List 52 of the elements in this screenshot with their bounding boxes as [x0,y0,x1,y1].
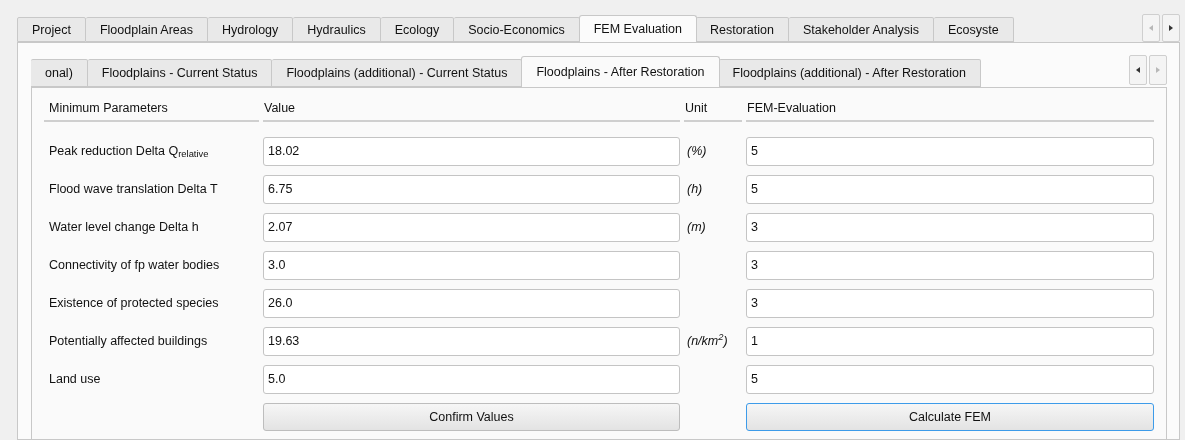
input-field[interactable]: 3 [746,288,1154,318]
tab[interactable]: onal) [31,59,88,87]
input-field[interactable]: 5 [746,136,1154,166]
input-field[interactable]: 3 [746,250,1154,280]
unit-label: (h) [686,180,704,198]
tab[interactable]: Project [17,17,86,42]
scroll-right-button[interactable] [1162,14,1180,42]
input-field[interactable]: 5 [746,364,1154,394]
input-field[interactable]: 5 [746,174,1154,204]
input-field[interactable]: 26.0 [263,288,680,318]
unit-label: (n/km$^{2}$) [686,331,729,350]
unit-label: (%) [686,142,708,160]
right-arrow-icon [1154,65,1162,75]
scroll-left-button[interactable] [1129,55,1147,85]
parameter-label: Flood wave translation Delta T [48,181,219,198]
left-arrow-icon [1134,65,1142,75]
input-field[interactable]: 3 [746,212,1154,242]
column-header: FEM-Evaluation [746,96,1154,122]
parameter-label: Peak reduction Delta Q$_{relative}$ [48,143,210,162]
input-field[interactable]: 18.02 [263,136,680,166]
parameter-label: Potentially affected buildings [48,333,209,350]
parameter-label: Land use [48,371,102,388]
tab[interactable]: FEM Evaluation [578,15,697,42]
tab[interactable]: Ecosyste [933,17,1014,42]
input-field[interactable]: 3.0 [263,250,680,280]
input-field[interactable]: 2.07 [263,212,680,242]
input-field[interactable]: 19.63 [263,326,680,356]
push-button[interactable]: Confirm Values [263,403,680,431]
left-arrow-icon [1147,23,1155,33]
column-header: Value [263,96,680,122]
push-button[interactable]: Calculate FEM [746,403,1154,431]
tab[interactable]: Ecology [380,17,455,42]
tab[interactable]: Floodplains (additional) - After Restoration [718,59,981,87]
tab[interactable]: Floodplains - Current Status [87,59,273,87]
tab[interactable]: Hydraulics [293,17,381,42]
tab[interactable]: Restoration [695,17,789,42]
tab[interactable]: Floodplains - After Restoration [521,56,720,87]
column-header: Minimum Parameters [44,96,259,122]
parameter-label: Existence of protected species [48,295,220,312]
tab[interactable]: Floodplain Areas [85,17,209,42]
parameter-label: Connectivity of fp water bodies [48,257,221,274]
input-field[interactable]: 6.75 [263,174,680,204]
tab[interactable]: Floodplains (additional) - Current Status [272,59,523,87]
input-field[interactable]: 5.0 [263,364,680,394]
tab[interactable]: Stakeholder Analysis [788,17,934,42]
tab[interactable]: Hydrology [208,17,294,42]
input-field[interactable]: 1 [746,326,1154,356]
column-header: Unit [684,96,742,122]
right-arrow-icon [1167,23,1175,33]
tab[interactable]: Socio-Economics [454,17,580,42]
unit-label: (m) [686,218,707,236]
parameter-label: Water level change Delta h [48,219,200,236]
